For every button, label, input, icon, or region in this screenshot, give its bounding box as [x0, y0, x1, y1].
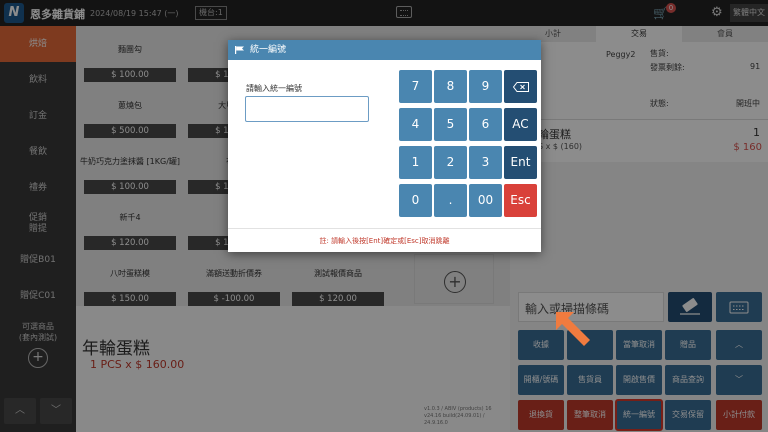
arrow-pointer-icon — [556, 312, 590, 346]
dialog-divider — [228, 228, 541, 229]
key-3[interactable]: 3 — [469, 146, 502, 179]
tax-id-dialog: 統一編號 請輸入統一編號 7 8 9 4 5 6 AC 1 2 3 Ent 0 … — [228, 40, 541, 252]
escape-key[interactable]: Esc — [504, 184, 537, 217]
dialog-title: 統一編號 — [250, 45, 287, 55]
key-00[interactable]: 00 — [469, 184, 502, 217]
dialog-note: 註: 請輸入後按[Ent]確定或[Esc]取消跳離 — [319, 237, 450, 245]
tax-id-input[interactable] — [245, 96, 369, 122]
flag-icon — [235, 46, 244, 54]
backspace-key[interactable] — [504, 70, 537, 103]
key-0[interactable]: 0 — [399, 184, 432, 217]
key-9[interactable]: 9 — [469, 70, 502, 103]
key-2[interactable]: 2 — [434, 146, 467, 179]
dialog-header: 統一編號 — [228, 40, 541, 60]
key-7[interactable]: 7 — [399, 70, 432, 103]
enter-key[interactable]: Ent — [504, 146, 537, 179]
key-6[interactable]: 6 — [469, 108, 502, 141]
key-dot[interactable]: . — [434, 184, 467, 217]
key-8[interactable]: 8 — [434, 70, 467, 103]
key-5[interactable]: 5 — [434, 108, 467, 141]
tax-id-label: 請輸入統一編號 — [246, 84, 302, 93]
key-4[interactable]: 4 — [399, 108, 432, 141]
backspace-icon — [513, 82, 529, 92]
key-1[interactable]: 1 — [399, 146, 432, 179]
clear-key[interactable]: AC — [504, 108, 537, 141]
